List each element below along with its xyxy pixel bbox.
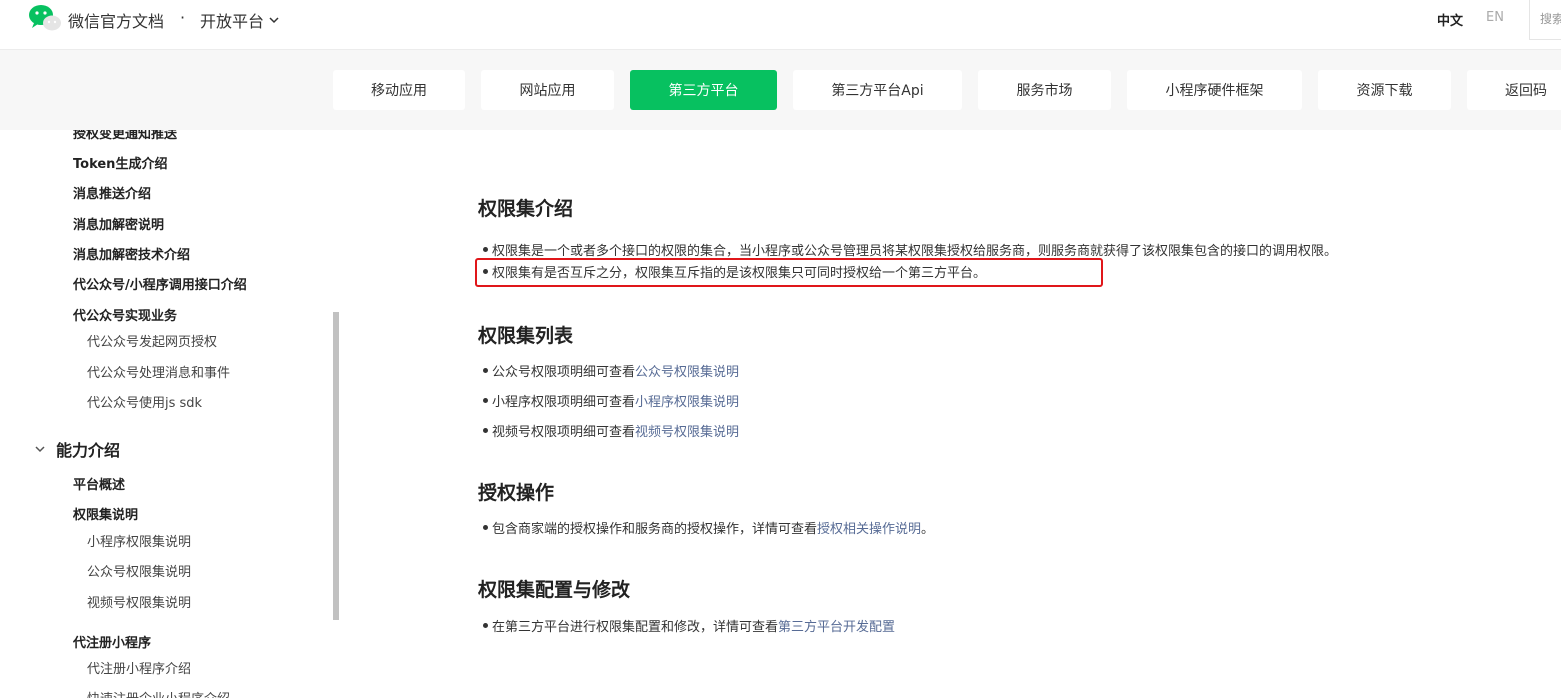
list-item-text: 权限集是一个或者多个接口的权限的集合，当小程序或公众号管理员将某权限集授权给服务… xyxy=(492,244,1338,259)
tab-third-party-api[interactable]: 第三方平台Api xyxy=(793,70,962,110)
sidebar-item-platform-overview[interactable]: 平台概述 xyxy=(73,474,125,493)
dev-config-link[interactable]: 第三方平台开发配置 xyxy=(778,620,895,635)
sidebar-item-miniprogram-permissions[interactable]: 小程序权限集说明 xyxy=(87,531,191,550)
sidebar-item-permission-sets[interactable]: 权限集说明 xyxy=(73,504,138,523)
section-title-config: 权限集配置与修改 xyxy=(478,579,631,601)
sidebar-section-label: 能力介绍 xyxy=(56,441,121,460)
list-item-text: 视频号权限项明细可查看 xyxy=(492,425,636,440)
nav-band: 移动应用 网站应用 第三方平台 第三方平台Api 服务市场 小程序硬件框架 资源… xyxy=(0,50,1561,130)
sidebar: 授权变更通知推送 Token生成介绍 消息推送介绍 消息加解密说明 消息加解密技… xyxy=(0,130,340,698)
sidebar-item-api-call-intro[interactable]: 代公众号/小程序调用接口介绍 xyxy=(73,274,247,293)
lang-en-link[interactable]: EN xyxy=(1486,10,1504,25)
list-item: 公众号权限项明细可查看公众号权限集说明 xyxy=(482,361,739,380)
list-item: 小程序权限项明细可查看小程序权限集说明 xyxy=(482,391,739,410)
list-item-suffix: 。 xyxy=(921,522,935,537)
section-title-auth: 授权操作 xyxy=(478,482,555,504)
top-header: 微信官方文档 · 开放平台 中文 EN 搜索 xyxy=(0,0,1561,50)
chevron-down-icon xyxy=(35,446,45,453)
tab-website-app[interactable]: 网站应用 xyxy=(481,70,614,110)
list-item-text: 公众号权限项明细可查看 xyxy=(492,365,636,380)
list-item: 包含商家端的授权操作和服务商的授权操作，详情可查看授权相关操作说明。 xyxy=(482,518,935,537)
section-title-intro: 权限集介绍 xyxy=(478,198,574,220)
tab-mobile-app[interactable]: 移动应用 xyxy=(333,70,465,110)
channels-permissions-link[interactable]: 视频号权限集说明 xyxy=(635,425,739,440)
tab-service-market[interactable]: 服务市场 xyxy=(978,70,1111,110)
miniprogram-permissions-link[interactable]: 小程序权限集说明 xyxy=(635,395,739,410)
sidebar-item-fast-register[interactable]: 快速注册企业小程序介绍 xyxy=(87,688,230,698)
brand-title[interactable]: 微信官方文档 xyxy=(68,8,164,32)
chevron-down-icon xyxy=(269,17,279,24)
sidebar-item-encrypt-tech[interactable]: 消息加解密技术介绍 xyxy=(73,244,190,263)
highlight-box xyxy=(475,258,1103,287)
platform-label: 开放平台 xyxy=(200,12,265,31)
sidebar-item-handle-events[interactable]: 代公众号处理消息和事件 xyxy=(87,362,230,381)
sidebar-item-auth-change-notify[interactable]: 授权变更通知推送 xyxy=(73,130,177,142)
list-item-text: 包含商家端的授权操作和服务商的授权操作，详情可查看 xyxy=(492,522,818,537)
sidebar-item-register-miniprogram[interactable]: 代注册小程序 xyxy=(73,632,151,651)
tab-return-code[interactable]: 返回码 xyxy=(1467,70,1561,110)
platform-dropdown[interactable]: 开放平台 xyxy=(200,8,280,32)
list-item-text: 小程序权限项明细可查看 xyxy=(492,395,636,410)
brand-separator: · xyxy=(180,8,186,27)
sidebar-scrollbar-thumb[interactable] xyxy=(333,312,339,620)
tab-resource-download[interactable]: 资源下载 xyxy=(1318,70,1451,110)
sidebar-item-message-push[interactable]: 消息推送介绍 xyxy=(73,183,151,202)
list-item: 视频号权限项明细可查看视频号权限集说明 xyxy=(482,421,739,440)
official-account-permissions-link[interactable]: 公众号权限集说明 xyxy=(635,365,739,380)
list-item-text: 在第三方平台进行权限集配置和修改，详情可查看 xyxy=(492,620,779,635)
sidebar-item-token-intro[interactable]: Token生成介绍 xyxy=(73,153,167,172)
wechat-logo-icon[interactable] xyxy=(28,4,62,32)
sidebar-item-message-encrypt[interactable]: 消息加解密说明 xyxy=(73,214,164,233)
list-item: 在第三方平台进行权限集配置和修改，详情可查看第三方平台开发配置 xyxy=(482,616,895,635)
sidebar-item-register-intro[interactable]: 代注册小程序介绍 xyxy=(87,658,191,677)
lang-zh-link[interactable]: 中文 xyxy=(1437,10,1463,29)
auth-operations-link[interactable]: 授权相关操作说明 xyxy=(817,522,921,537)
sidebar-item-business[interactable]: 代公众号实现业务 xyxy=(73,305,177,324)
sidebar-section-capabilities[interactable]: 能力介绍 xyxy=(34,437,120,461)
sidebar-item-official-account-permissions[interactable]: 公众号权限集说明 xyxy=(87,561,191,580)
list-item: 权限集是一个或者多个接口的权限的集合，当小程序或公众号管理员将某权限集授权给服务… xyxy=(482,240,1338,259)
tab-miniprogram-hardware[interactable]: 小程序硬件框架 xyxy=(1127,70,1302,110)
sidebar-item-js-sdk[interactable]: 代公众号使用js sdk xyxy=(87,392,202,411)
section-title-list: 权限集列表 xyxy=(478,325,574,347)
tab-third-party-platform[interactable]: 第三方平台 xyxy=(630,70,777,110)
sidebar-item-channels-permissions[interactable]: 视频号权限集说明 xyxy=(87,592,191,611)
sidebar-item-web-auth[interactable]: 代公众号发起网页授权 xyxy=(87,331,217,350)
search-input[interactable]: 搜索 xyxy=(1529,0,1561,40)
